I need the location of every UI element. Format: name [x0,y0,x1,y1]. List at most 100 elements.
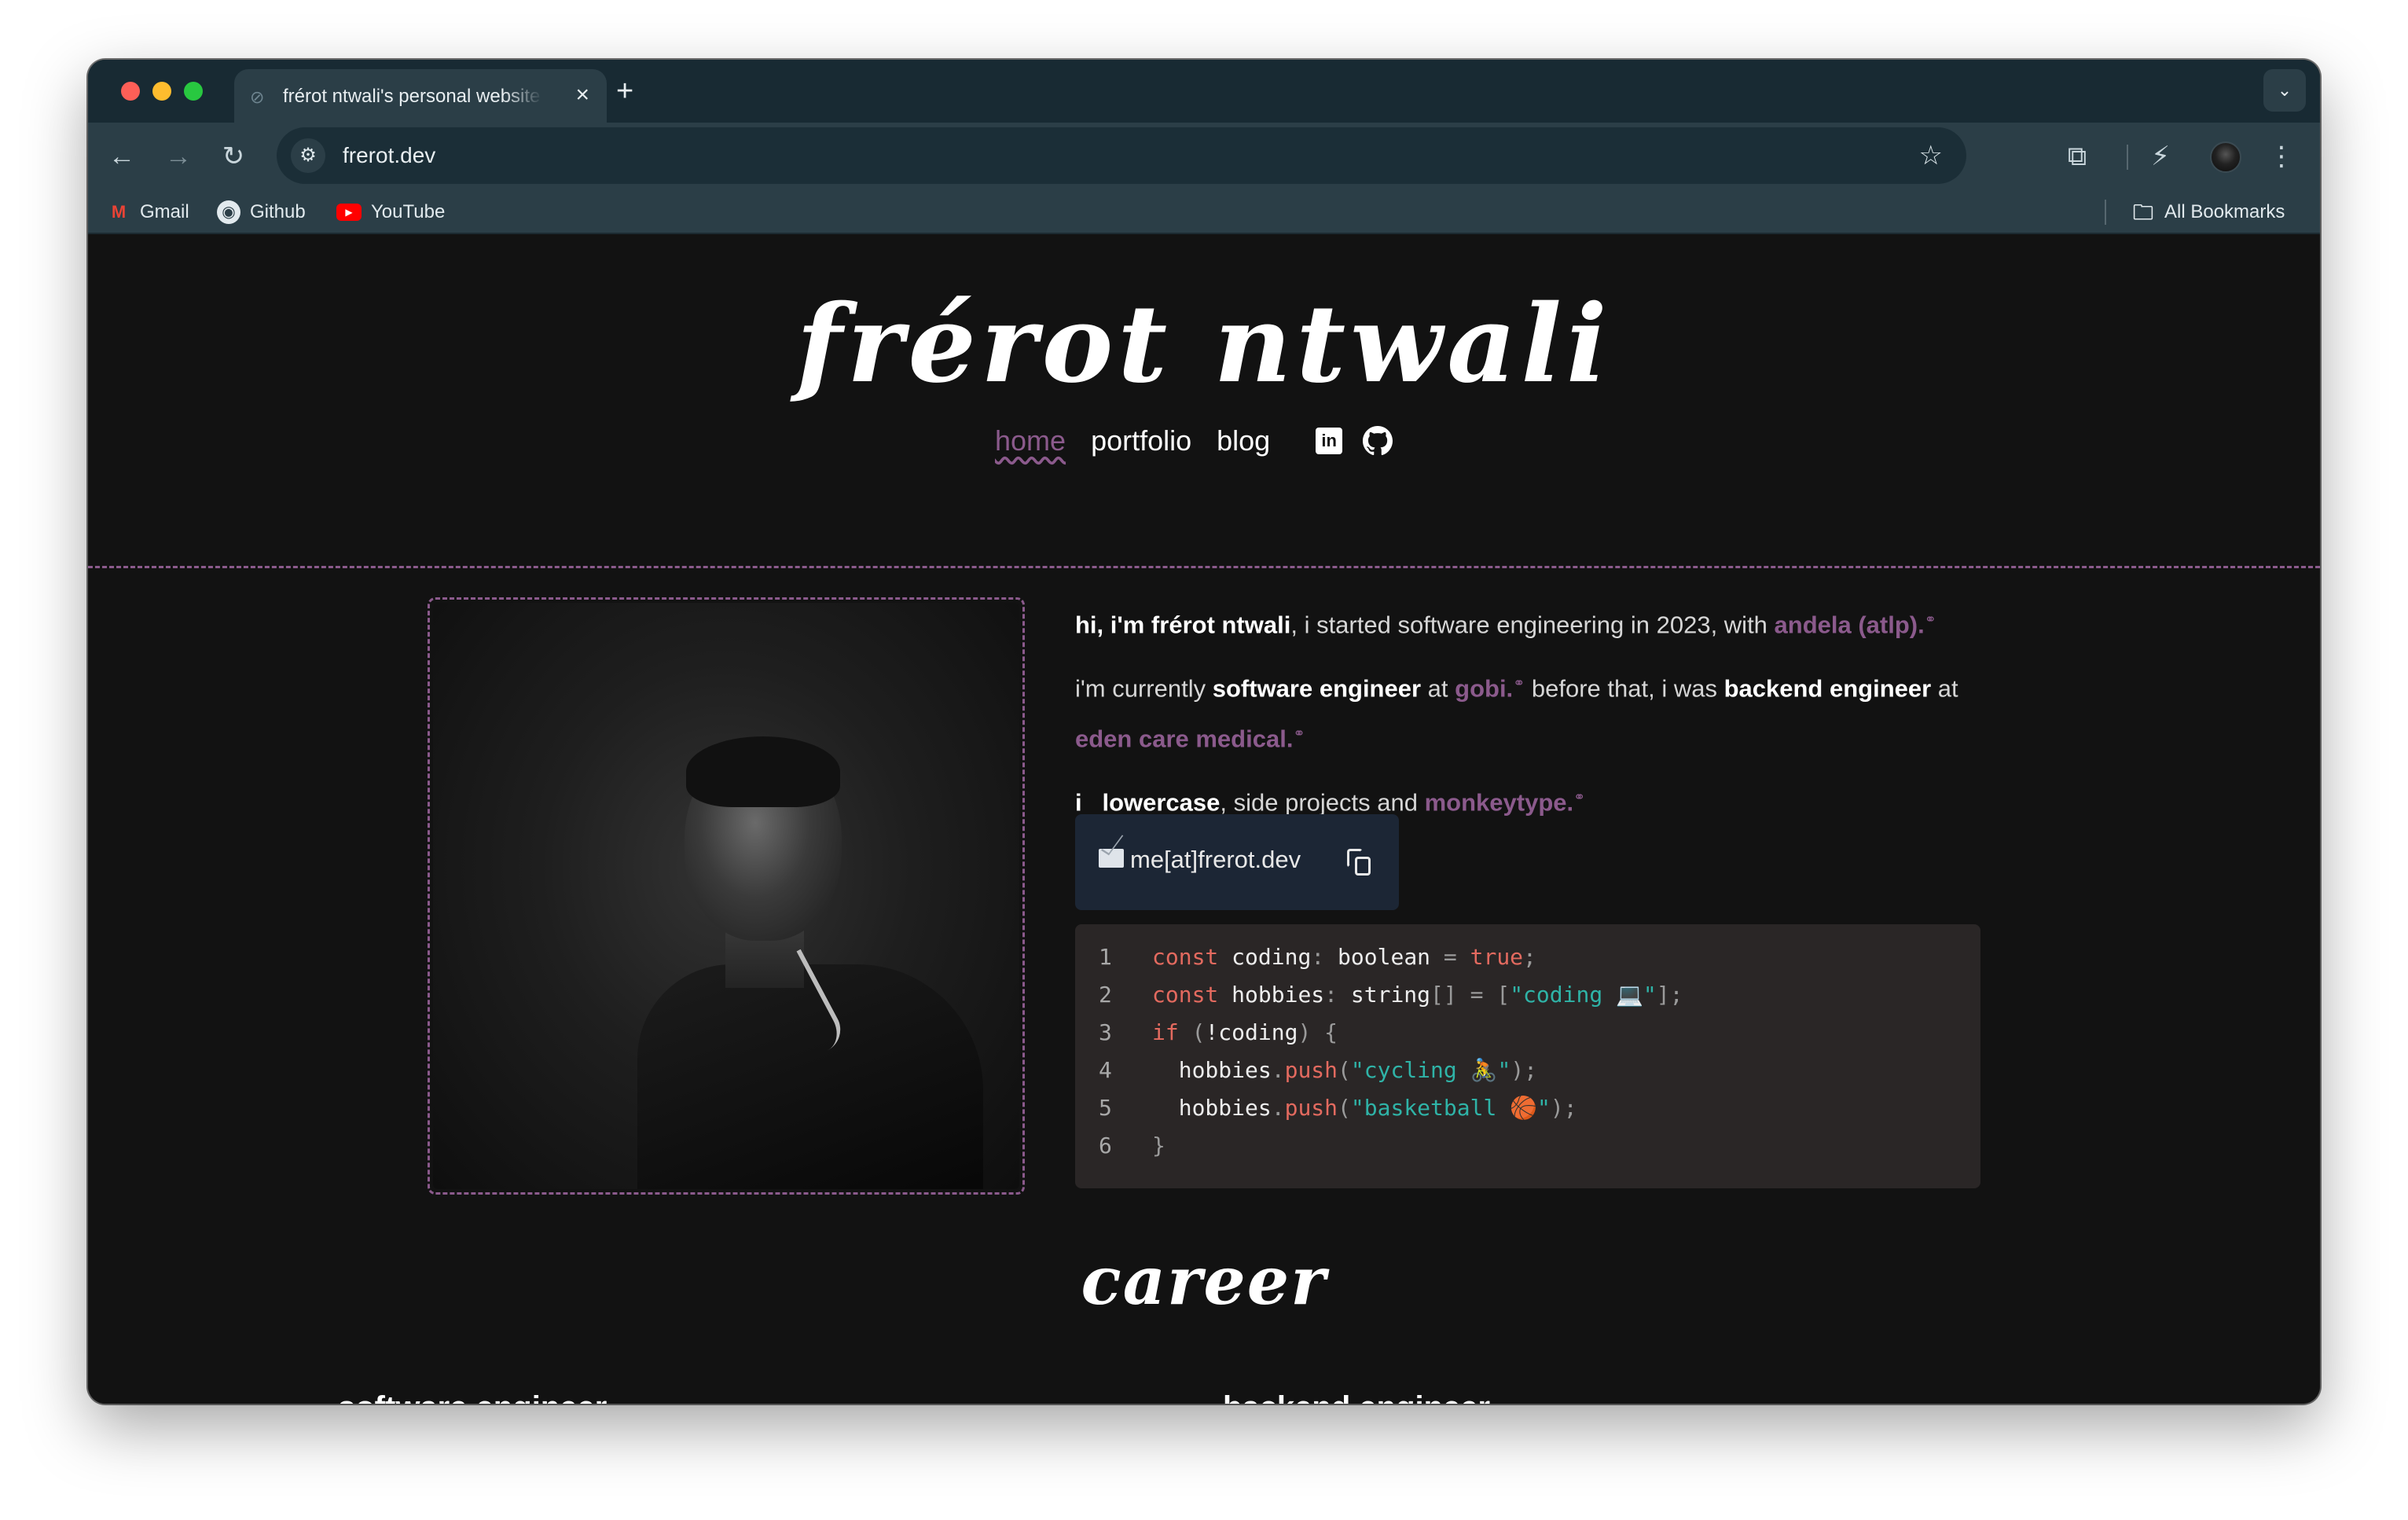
tab-strip: ⊘ frérot ntwali's personal website × + ⌄ [88,60,2320,123]
code-token: boolean [1324,944,1431,970]
github-icon: ◉ [217,200,240,224]
code-token: hobbies [1218,982,1325,1008]
bookmark-github[interactable]: ◉ Github [217,198,306,226]
performance-icon[interactable]: ⚡ [2142,138,2179,174]
maximize-window-button[interactable] [184,82,203,101]
line-number: 4 [1099,1057,1112,1083]
section-divider [88,566,2320,568]
code-token: true [1456,944,1524,970]
forward-button[interactable]: → [160,138,196,174]
link-gobi[interactable]: gobi. [1455,675,1513,703]
nav-blog[interactable]: blog [1217,424,1270,458]
bookmarks-bar: M Gmail ◉ Github ▶ YouTube 🗀 All Bookmar… [88,190,2320,234]
bookmark-label: YouTube [371,201,446,222]
code-token: ( [1338,1095,1351,1121]
intro-lowercase: lowercase [1102,788,1221,817]
link-monkeytype[interactable]: monkeytype. [1425,788,1574,816]
folder-icon: 🗀 [2132,200,2153,224]
code-token: push [1284,1095,1338,1121]
career-heading: career [1081,1242,1327,1320]
bookmark-star-icon[interactable]: ☆ [1919,138,1943,173]
code-token: coding [1218,944,1312,970]
intro-paragraph-1: hi, i'm frérot ntwali, i started softwar… [1075,597,2018,647]
job-title: software engineer [338,1388,607,1404]
previous-role: backend engineer [1723,674,1932,703]
email-address: me[at]frerot.dev [1130,846,1301,873]
globe-icon: ⊘ [250,87,265,107]
link-eden-care[interactable]: eden care medical. [1075,725,1293,752]
code-token: "basketball 🏀" [1350,1095,1551,1121]
code-token: hobbies [1178,1057,1272,1083]
address-bar[interactable]: ⚙ frerot.dev ☆ [277,127,1966,184]
code-snippet: 1 const coding: boolean = true; 2 const … [1075,924,1980,1188]
email-box: me[at]frerot.dev [1075,814,1399,910]
intro-name: hi, i'm frérot ntwali [1075,611,1291,639]
code-token: const [1152,944,1219,970]
code-token: = [1430,944,1457,970]
code-token: ); [1511,1057,1538,1083]
code-token: ]; [1656,982,1683,1008]
intro-text-segment: , i started software engineering in 2023… [1290,611,1775,639]
profile-avatar[interactable] [2210,141,2241,173]
browser-tab[interactable]: ⊘ frérot ntwali's personal website × [234,69,607,123]
back-button[interactable]: ← [104,138,140,174]
bookmark-youtube[interactable]: ▶ YouTube [336,198,445,226]
intro-text: hi, i'm frérot ntwali, i started softwar… [1075,597,2018,839]
close-tab-icon[interactable]: × [575,82,589,108]
reload-button[interactable]: ↻ [215,138,251,174]
intro-text-segment: , side projects and [1220,788,1425,817]
profile-photo-frame [428,597,1025,1195]
code-line: 6 } [1075,1127,1980,1165]
code-token: "cycling 🚴" [1350,1057,1511,1083]
minimize-window-button[interactable] [152,82,171,101]
site-info-icon[interactable]: ⚙ [291,138,325,173]
github-icon[interactable] [1363,426,1393,456]
gmail-icon: M [111,202,127,222]
nav-home[interactable]: home [995,424,1066,458]
code-token: const [1152,982,1219,1008]
site-nav: home portfolio blog in [995,421,1393,461]
copy-icon[interactable] [1347,849,1374,876]
intro-text-segment: at [1421,674,1455,703]
code-token: ( [1338,1057,1351,1083]
code-line: 3 if (!coding) { [1075,1014,1980,1052]
code-token: . [1271,1057,1285,1083]
linkedin-icon[interactable]: in [1314,426,1344,456]
code-token: : [1324,982,1338,1008]
code-line: 1 const coding: boolean = true; [1075,938,1980,976]
job-title: backend engineer [1223,1388,1490,1404]
browser-window: ⊘ frérot ntwali's personal website × + ⌄… [88,60,2320,1404]
code-token: hobbies [1178,1095,1272,1121]
tab-search-button[interactable]: ⌄ [2263,69,2306,112]
link-andela[interactable]: andela (atlp). [1775,611,1925,638]
code-token: [] [1430,982,1457,1008]
nav-portfolio[interactable]: portfolio [1091,424,1191,458]
youtube-icon: ▶ [336,204,362,221]
bookmark-gmail[interactable]: M Gmail [107,198,189,226]
browser-menu-icon[interactable]: ⋮ [2263,138,2300,174]
line-number: 3 [1099,1019,1112,1045]
code-token: } [1152,1133,1165,1158]
close-window-button[interactable] [121,82,140,101]
intro-paragraph-2: i'm currently software engineer at gobi.… [1075,661,2018,761]
code-token: coding [1218,1019,1298,1045]
code-token: : [1311,944,1325,970]
url-text[interactable]: frerot.dev [343,141,435,170]
new-tab-button[interactable]: + [616,75,633,107]
line-number: 1 [1099,944,1112,970]
external-link-icon: ⚭ [1924,611,1936,627]
line-number: 5 [1099,1095,1112,1121]
extensions-icon[interactable]: ⧉ [2059,138,2095,174]
external-link-icon: ⚭ [1293,725,1305,741]
code-token: if [1152,1019,1179,1045]
envelope-icon [1099,849,1124,868]
external-link-icon: ⚭ [1513,675,1525,692]
bookmark-label: Gmail [140,201,189,222]
profile-photo [433,603,1019,1189]
code-line: 2 const hobbies: string[] = ["coding 💻"]… [1075,976,1980,1014]
code-token: = [1456,982,1484,1008]
all-bookmarks-button[interactable]: 🗀 All Bookmarks [2131,198,2285,226]
code-token: ) { [1298,1019,1338,1045]
web-page: frérot ntwali home portfolio blog in hi,… [88,236,2320,1404]
